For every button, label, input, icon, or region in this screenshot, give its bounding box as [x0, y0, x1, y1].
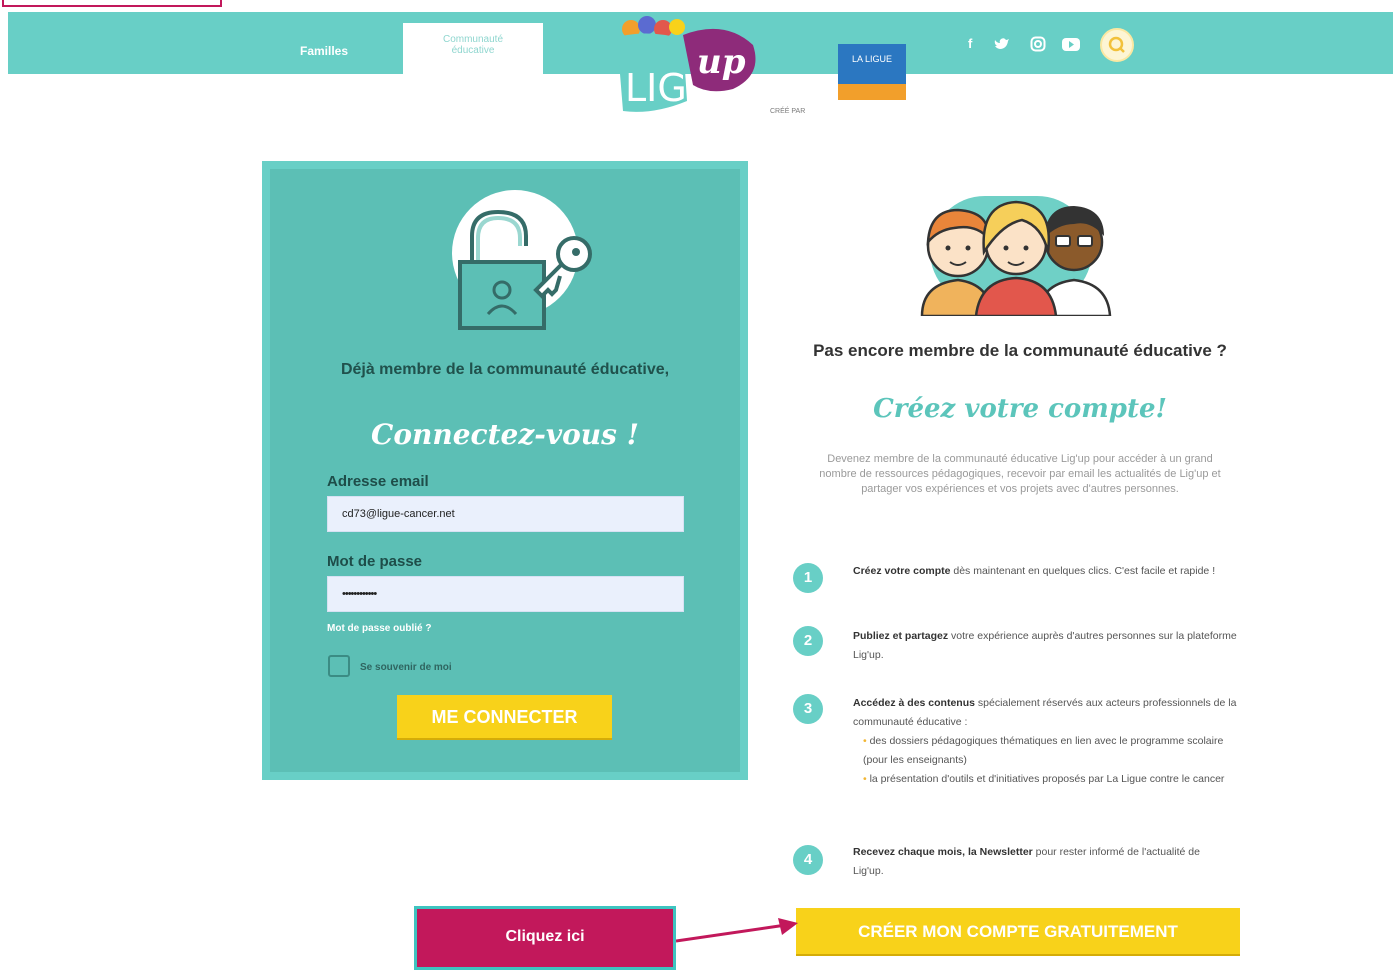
callout-box: Cliquez ici — [414, 906, 676, 970]
lock-key-icon — [458, 209, 592, 330]
login-heading: Déjà membre de la communauté éducative, — [340, 361, 670, 378]
step-number: 1 — [793, 563, 823, 593]
logo-text-up: up — [697, 42, 746, 82]
tab-communaute-educative[interactable]: Communauté éducative — [403, 23, 543, 77]
step-3-text: Accédez à des contenus spécialement rése… — [853, 694, 1238, 789]
tab-communaute-label: Communauté éducative — [442, 34, 504, 56]
step-1-text: Créez votre compte dès maintenant en que… — [853, 562, 1233, 581]
password-field[interactable]: •••••••••••• — [327, 576, 684, 612]
search-button[interactable] — [1100, 28, 1134, 62]
login-button[interactable]: ME CONNECTER — [397, 695, 612, 738]
youtube-icon[interactable] — [1062, 38, 1080, 51]
signup-heading: Pas encore membre de la communauté éduca… — [813, 341, 1227, 360]
callout-arrow — [676, 918, 798, 943]
login-script-title: Connectez-vous ! — [371, 418, 639, 451]
step-1-rest: dès maintenant en quelques clics. C'est … — [950, 565, 1216, 577]
logo-text-lig: LIG — [625, 66, 687, 110]
step-number: 2 — [793, 626, 823, 656]
la-ligue-logo-text: LA LIGUE — [851, 54, 893, 64]
step-2-text: Publiez et partagez votre expérience aup… — [853, 627, 1253, 665]
step-1-bold: Créez votre compte — [853, 565, 951, 577]
instagram-icon[interactable] — [1030, 36, 1046, 52]
highlight-frame — [2, 0, 222, 7]
remember-me-checkbox[interactable] — [328, 655, 350, 677]
search-icon — [1108, 36, 1125, 53]
password-label: Mot de passe — [327, 553, 423, 570]
facebook-icon[interactable]: f — [968, 36, 972, 51]
create-account-button[interactable]: CRÉER MON COMPTE GRATUITEMENT — [796, 908, 1240, 954]
step-number: 4 — [793, 845, 823, 875]
step-number: 3 — [793, 694, 823, 724]
ligup-logo[interactable]: LIG up — [613, 15, 765, 130]
step-4-bold: Recevez chaque mois, la Newsletter — [853, 846, 1033, 858]
step-3-bullet: la présentation d'outils et d'initiative… — [863, 770, 1238, 789]
step-4-text: Recevez chaque mois, la Newsletter pour … — [853, 843, 1233, 881]
step-3-bullet: des dossiers pédagogiques thématiques en… — [863, 732, 1238, 770]
people-illustration — [920, 200, 1112, 316]
email-label: Adresse email — [327, 473, 429, 490]
twitter-icon[interactable] — [994, 37, 1010, 51]
signup-script-title: Créez votre compte! — [873, 394, 1167, 424]
created-by-label: CRÉÉ PAR — [770, 108, 806, 115]
la-ligue-stripe — [838, 84, 906, 100]
tab-familles[interactable]: Familles — [300, 44, 348, 58]
step-2-bold: Publiez et partagez — [853, 630, 949, 642]
remember-me-label[interactable]: Se souvenir de moi — [360, 662, 452, 673]
step-3-bullets: des dossiers pédagogiques thématiques en… — [853, 732, 1238, 789]
email-field[interactable]: cd73@ligue-cancer.net — [327, 496, 684, 532]
step-3-bold: Accédez à des contenus — [853, 697, 975, 709]
la-ligue-logo[interactable]: LA LIGUE — [838, 44, 906, 100]
signup-intro: Devenez membre de la communauté éducativ… — [819, 453, 1221, 495]
forgot-password-link[interactable]: Mot de passe oublié ? — [327, 623, 431, 634]
